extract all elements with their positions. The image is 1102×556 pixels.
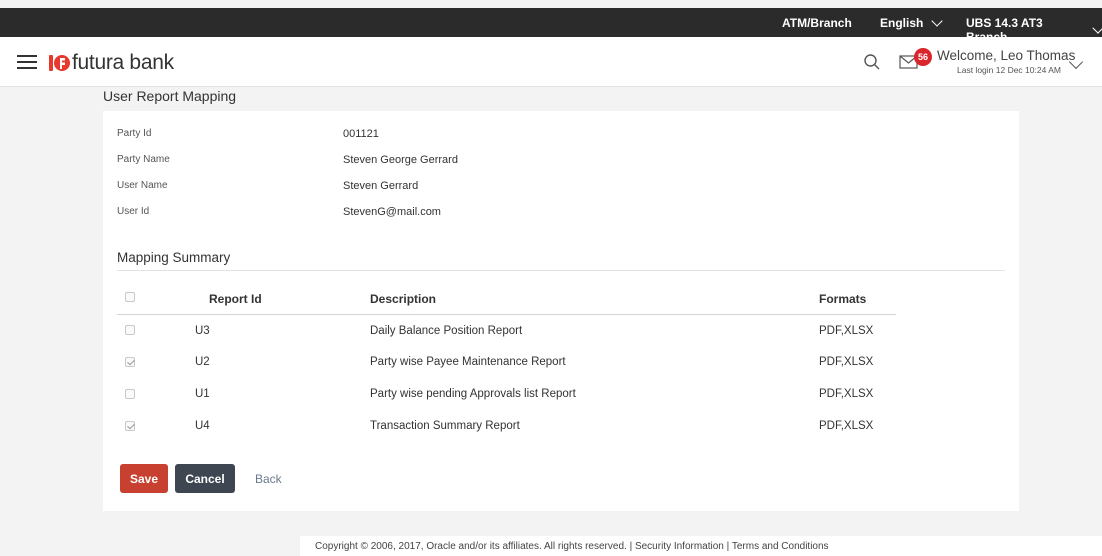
atm-branch-link[interactable]: ATM/Branch — [782, 16, 852, 30]
party-id-value: 001121 — [343, 128, 379, 140]
atm-branch-label: ATM/Branch — [782, 16, 852, 30]
divider — [117, 314, 896, 315]
back-link[interactable]: Back — [255, 472, 282, 486]
divider — [117, 270, 1005, 271]
user-name-value: Steven Gerrard — [343, 180, 419, 192]
brand-name: futura bank — [72, 51, 174, 74]
description-cell: Party wise pending Approvals list Report — [370, 388, 576, 400]
description-cell: Transaction Summary Report — [370, 420, 520, 432]
language-dropdown[interactable]: English — [880, 14, 944, 30]
mapping-summary-title: Mapping Summary — [117, 250, 231, 265]
chevron-down-icon — [1092, 21, 1102, 34]
report-id-cell: U4 — [195, 420, 210, 432]
cancel-button[interactable]: Cancel — [175, 464, 235, 493]
row-checkbox[interactable] — [125, 389, 135, 399]
report-id-cell: U1 — [195, 388, 210, 400]
app-header: futura bank 56 Welcome, Leo Thomas Last … — [0, 37, 1102, 87]
welcome-user[interactable]: Welcome, Leo Thomas — [937, 48, 1075, 63]
description-cell: Daily Balance Position Report — [370, 325, 523, 337]
notification-badge[interactable]: 56 — [914, 48, 932, 66]
chevron-down-icon — [931, 14, 944, 27]
party-id-label: Party Id — [117, 128, 152, 139]
row-checkbox[interactable] — [125, 357, 135, 367]
user-id-label: User Id — [117, 206, 150, 217]
party-name-value: Steven George Gerrard — [343, 154, 458, 166]
column-header-description[interactable]: Description — [370, 292, 436, 306]
select-all-checkbox[interactable] — [125, 292, 135, 302]
top-bar: ATM/Branch English UBS 14.3 AT3 Branch — [0, 8, 1102, 44]
page-title: User Report Mapping — [103, 88, 237, 104]
user-id-value: StevenG@mail.com — [343, 206, 441, 218]
language-label: English — [880, 16, 924, 30]
column-header-formats[interactable]: Formats — [819, 292, 866, 306]
formats-cell: PDF,XLSX — [819, 325, 874, 337]
row-checkbox[interactable] — [125, 325, 135, 335]
last-login: Last login 12 Dec 10:24 AM — [957, 65, 1061, 75]
formats-cell: PDF,XLSX — [819, 356, 874, 368]
report-id-cell: U2 — [195, 356, 210, 368]
mapping-card: Party Id 001121 Party Name Steven George… — [103, 111, 1019, 511]
copyright-text: Copyright © 2006, 2017, Oracle and/or it… — [315, 541, 829, 552]
formats-cell: PDF,XLSX — [819, 388, 874, 400]
save-button[interactable]: Save — [120, 464, 168, 493]
row-checkbox[interactable] — [125, 421, 135, 431]
logo[interactable]: futura bank — [48, 51, 174, 75]
footer: Copyright © 2006, 2017, Oracle and/or it… — [300, 536, 1102, 556]
report-id-cell: U3 — [195, 325, 210, 337]
formats-cell: PDF,XLSX — [819, 420, 874, 432]
description-cell: Party wise Payee Maintenance Report — [370, 356, 566, 368]
search-icon[interactable] — [863, 53, 881, 71]
menu-icon[interactable] — [17, 55, 37, 69]
party-name-label: Party Name — [117, 154, 170, 165]
user-name-label: User Name — [117, 180, 168, 191]
futura-logo-icon — [49, 55, 70, 71]
column-header-report-id[interactable]: Report Id — [209, 292, 262, 306]
